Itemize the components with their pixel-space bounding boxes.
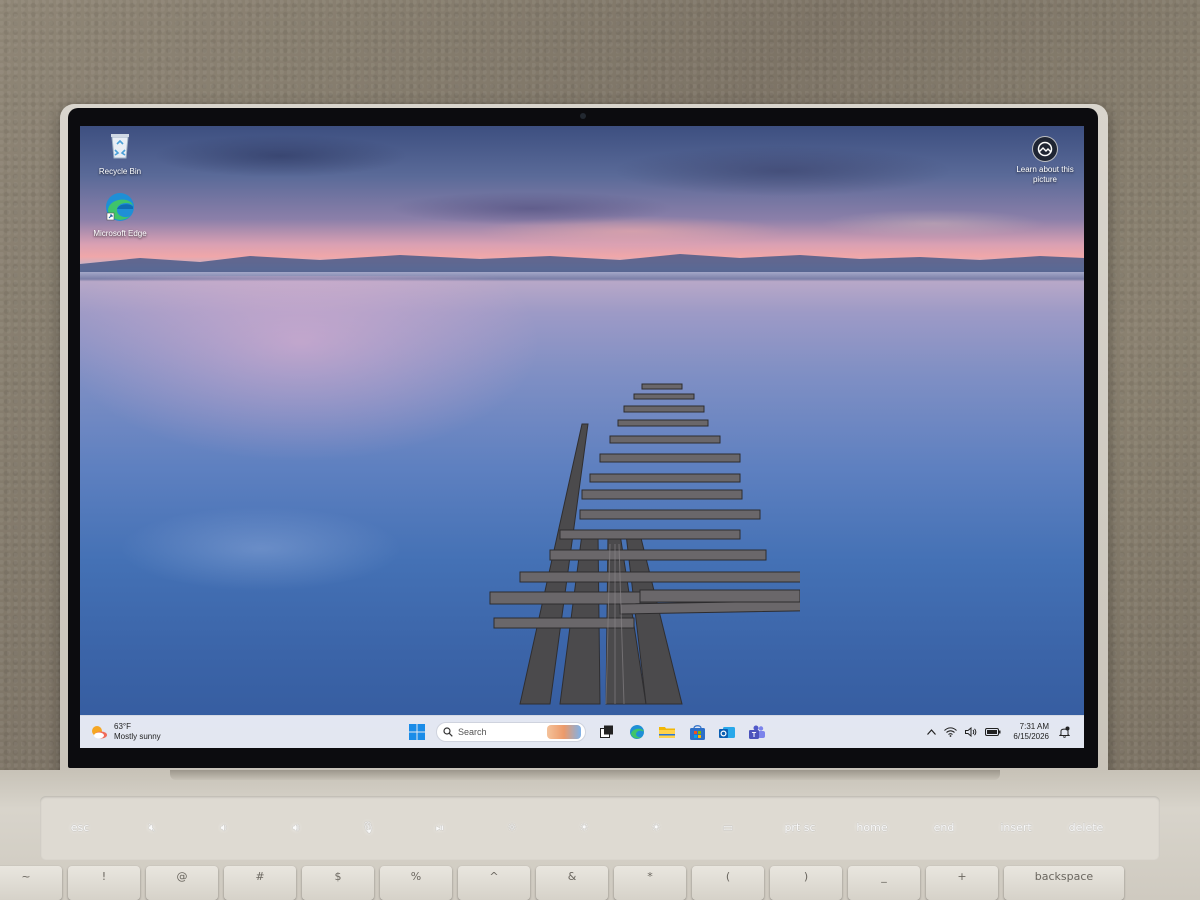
key-volume-up[interactable]: 🔊︎: [270, 806, 322, 850]
hinge-edge: [170, 770, 1000, 780]
key-at[interactable]: @: [146, 866, 218, 900]
volume-button[interactable]: [965, 727, 977, 737]
search-icon: [443, 727, 453, 737]
desktop-icon-label: Microsoft Edge: [93, 229, 147, 238]
edge-icon: [630, 725, 644, 739]
microsoft-store-icon: [689, 724, 705, 740]
file-explorer-icon: [659, 727, 675, 738]
key-percent[interactable]: %: [380, 866, 452, 900]
recycle-bin-icon: [111, 134, 129, 159]
chevron-up-icon: [927, 729, 937, 735]
learn-about-picture[interactable]: Learn about this picture: [1010, 136, 1080, 185]
outlook-icon: [719, 726, 735, 738]
webcam: [580, 113, 586, 119]
learn-about-label: Learn about this picture: [1016, 165, 1074, 184]
clock-time: 7:31 AM: [1019, 722, 1049, 731]
key-brightness-up[interactable]: ☀︎: [630, 806, 682, 850]
key-paren-open[interactable]: (: [692, 866, 764, 900]
svg-text:T: T: [752, 732, 757, 739]
key-mute[interactable]: 🔇︎: [126, 806, 178, 850]
key-esc[interactable]: esc: [54, 806, 106, 850]
key-keyboard-light[interactable]: ☼: [486, 806, 538, 850]
weather-temp: 63°F: [114, 722, 131, 731]
key-prt-sc[interactable]: prt sc: [774, 806, 826, 850]
clock-date: 6/15/2026: [1013, 732, 1049, 741]
battery-icon: [985, 728, 1001, 736]
desktop-icon-label: Recycle Bin: [98, 167, 142, 176]
camera-circle-icon: [1032, 136, 1058, 162]
wallpaper-mountains: [80, 254, 1084, 272]
key-underscore[interactable]: _: [848, 866, 920, 900]
teams-button[interactable]: T: [744, 719, 770, 745]
notification-center-button[interactable]: [1059, 726, 1070, 738]
key-play-pause[interactable]: ⏯︎: [414, 806, 466, 850]
start-button[interactable]: [404, 719, 430, 745]
file-explorer-button[interactable]: [654, 719, 680, 745]
key-backspace[interactable]: backspace: [1004, 866, 1124, 900]
weather-condition: Mostly sunny: [114, 732, 161, 741]
key-delete[interactable]: delete: [1060, 806, 1112, 850]
taskbar-clock[interactable]: 7:31 AM 6/15/2026: [1013, 722, 1049, 742]
weather-widget[interactable]: 63°F Mostly sunny: [90, 720, 161, 744]
key-mic-mute[interactable]: 🎙︎: [342, 806, 394, 850]
system-tray: 7:31 AM 6/15/2026: [923, 719, 1074, 745]
taskbar-center: Search T: [402, 719, 772, 745]
key-end[interactable]: end: [918, 806, 970, 850]
battery-button[interactable]: [985, 728, 1001, 736]
taskbar-search[interactable]: Search: [436, 722, 586, 742]
key-brightness-down[interactable]: ☀︎: [558, 806, 610, 850]
edge-icon: [106, 193, 134, 221]
task-view-icon: [600, 725, 613, 738]
desktop-icon-edge[interactable]: Microsoft Edge: [90, 190, 150, 239]
key-plus[interactable]: +: [926, 866, 998, 900]
windows-start-icon: [409, 724, 425, 740]
microsoft-store-button[interactable]: [684, 719, 710, 745]
key-asterisk[interactable]: *: [614, 866, 686, 900]
wallpaper-pier: [489, 383, 800, 705]
key-ampersand[interactable]: &: [536, 866, 608, 900]
key-tilde[interactable]: ~: [0, 866, 62, 900]
show-hidden-icons-button[interactable]: [927, 729, 937, 735]
key-volume-down[interactable]: 🔉︎: [198, 806, 250, 850]
taskbar: 63°F Mostly sunny Search T 7:31 AM 6/15/…: [80, 715, 1084, 748]
key-display[interactable]: ▭: [702, 806, 754, 850]
teams-icon: T: [749, 725, 765, 739]
key-paren-close[interactable]: ): [770, 866, 842, 900]
desktop-icon-recycle-bin[interactable]: Recycle Bin: [90, 128, 150, 177]
key-caret[interactable]: ^: [458, 866, 530, 900]
key-home[interactable]: home: [846, 806, 898, 850]
weather-sun-cloud-icon: [92, 726, 107, 739]
desktop-screen[interactable]: Recycle Bin Microsoft Edge Learn about t…: [80, 126, 1084, 748]
outlook-button[interactable]: [714, 719, 740, 745]
notification-bell-icon: [1059, 726, 1070, 738]
key-insert[interactable]: insert: [990, 806, 1042, 850]
volume-icon: [965, 727, 977, 737]
wifi-icon: [944, 727, 958, 737]
task-view-button[interactable]: [594, 719, 620, 745]
search-highlight-art: [547, 725, 581, 739]
key-hash[interactable]: #: [224, 866, 296, 900]
search-placeholder: Search: [458, 727, 487, 737]
key-dollar[interactable]: $: [302, 866, 374, 900]
edge-taskbar-button[interactable]: [624, 719, 650, 745]
key-exclamation[interactable]: !: [68, 866, 140, 900]
number-key-row: ~ ! @ # $ % ^ & * ( ) _ + backspace: [0, 866, 1200, 900]
network-button[interactable]: [944, 727, 958, 737]
